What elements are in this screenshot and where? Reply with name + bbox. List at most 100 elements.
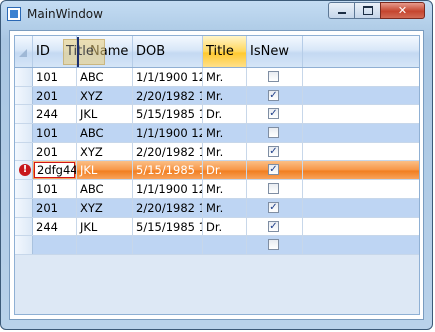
cell-isnew[interactable]: ✓ — [247, 142, 303, 161]
cell-title[interactable]: Mr. — [203, 124, 247, 142]
cell-name[interactable]: ABC — [77, 68, 133, 86]
cell-isnew[interactable]: ✓ — [247, 105, 303, 124]
cell-title[interactable]: Mr. — [203, 142, 247, 161]
cell-title[interactable]: Mr. — [203, 68, 247, 86]
cell-dob[interactable]: 1/1/1900 12 — [133, 68, 203, 86]
cell-id[interactable] — [33, 236, 77, 254]
cell-id[interactable]: 2dfg44 — [33, 161, 77, 180]
table-row[interactable]: 201 XYZ 2/20/1982 1 Mr. ✓ — [15, 86, 419, 106]
isnew-checkbox[interactable]: ✓ — [268, 108, 279, 120]
cell-isnew[interactable] — [247, 180, 303, 198]
cell-name[interactable]: JKL — [77, 161, 133, 180]
cell-id[interactable]: 101 — [33, 124, 77, 142]
cell-name[interactable]: XYZ — [77, 198, 133, 217]
row-header[interactable] — [15, 180, 33, 198]
cell-id[interactable]: 201 — [33, 198, 77, 217]
isnew-checkbox[interactable]: ✓ — [268, 201, 279, 213]
column-header-dob[interactable]: DOB — [133, 36, 203, 67]
cell-id[interactable]: 244 — [33, 217, 77, 236]
cell-dob[interactable]: 2/20/1982 1 — [133, 86, 203, 105]
table-row[interactable]: 244 JKL 5/15/1985 1 Dr. ✓ — [15, 217, 419, 237]
row-header[interactable] — [15, 198, 33, 217]
row-header[interactable] — [15, 124, 33, 142]
main-window: MainWindow ✕ ID Name DOB Title IsNew Tit… — [0, 0, 433, 330]
column-header-title[interactable]: Title — [203, 36, 247, 67]
maximize-icon — [362, 6, 373, 15]
table-row[interactable]: 201 XYZ 2/20/1982 1 Mr. ✓ — [15, 142, 419, 162]
row-header[interactable] — [15, 142, 33, 161]
table-row[interactable]: 244 JKL 5/15/1985 1 Dr. ✓ — [15, 105, 419, 125]
app-icon — [7, 7, 21, 21]
row-header[interactable] — [15, 68, 33, 86]
cell-dob[interactable]: 1/1/1900 12 — [133, 180, 203, 198]
cell-dob[interactable]: 5/15/1985 1 — [133, 105, 203, 124]
isnew-checkbox[interactable] — [268, 71, 279, 82]
cell-id[interactable]: 201 — [33, 86, 77, 105]
cell-name[interactable] — [77, 236, 133, 254]
cell-title[interactable]: Mr. — [203, 86, 247, 105]
cell-name[interactable]: XYZ — [77, 142, 133, 161]
cell-id[interactable]: 101 — [33, 68, 77, 86]
error-icon: ! — [19, 164, 31, 177]
row-header[interactable] — [15, 236, 33, 254]
column-header-isnew[interactable]: IsNew — [247, 36, 303, 67]
cell-name[interactable]: ABC — [77, 124, 133, 142]
row-header[interactable] — [15, 217, 33, 236]
title-bar[interactable]: MainWindow ✕ — [1, 1, 432, 27]
cell-dob[interactable]: 5/15/1985 1 — [133, 161, 203, 180]
table-row-selected-error[interactable]: ! 2dfg44 JKL 5/15/1985 1 Dr. ✓ — [15, 161, 419, 181]
select-all-corner[interactable] — [15, 36, 33, 67]
grid-header: ID Name DOB Title IsNew Title — [15, 36, 419, 68]
row-header[interactable] — [15, 105, 33, 124]
table-row[interactable]: 101 ABC 1/1/1900 12 Mr. — [15, 68, 419, 87]
cell-isnew[interactable] — [247, 236, 303, 254]
cell-isnew[interactable]: ✓ — [247, 161, 303, 180]
cell-dob[interactable]: 5/15/1985 1 — [133, 217, 203, 236]
minimize-button[interactable] — [328, 2, 355, 19]
close-button[interactable]: ✕ — [380, 2, 425, 19]
cell-name[interactable]: JKL — [77, 105, 133, 124]
isnew-checkbox[interactable]: ✓ — [268, 145, 279, 157]
cell-isnew[interactable]: ✓ — [247, 198, 303, 217]
data-grid[interactable]: ID Name DOB Title IsNew Title 101 ABC 1/… — [14, 35, 420, 315]
cell-dob[interactable]: 2/20/1982 1 — [133, 142, 203, 161]
window-title: MainWindow — [27, 7, 103, 21]
isnew-checkbox[interactable]: ✓ — [268, 89, 279, 101]
column-drop-indicator — [77, 37, 79, 67]
cell-name[interactable]: XYZ — [77, 86, 133, 105]
cell-dob[interactable]: 1/1/1900 12 — [133, 124, 203, 142]
new-item-row[interactable] — [15, 236, 419, 255]
cell-title[interactable]: Dr. — [203, 105, 247, 124]
table-row[interactable]: 201 XYZ 2/20/1982 1 Mr. ✓ — [15, 198, 419, 218]
cell-isnew[interactable] — [247, 68, 303, 86]
cell-isnew[interactable]: ✓ — [247, 86, 303, 105]
row-header[interactable] — [15, 86, 33, 105]
cell-title[interactable]: Mr. — [203, 180, 247, 198]
cell-id[interactable]: 201 — [33, 142, 77, 161]
cell-dob[interactable] — [133, 236, 203, 254]
row-header[interactable]: ! — [15, 161, 33, 180]
isnew-checkbox[interactable] — [268, 183, 279, 195]
table-row[interactable]: 101 ABC 1/1/1900 12 Mr. — [15, 180, 419, 199]
id-edit-field[interactable]: 2dfg44 — [34, 162, 76, 179]
cell-id[interactable]: 244 — [33, 105, 77, 124]
cell-title[interactable]: Dr. — [203, 161, 247, 180]
cell-id[interactable]: 101 — [33, 180, 77, 198]
cell-name[interactable]: JKL — [77, 217, 133, 236]
isnew-checkbox[interactable] — [268, 127, 279, 139]
cell-dob[interactable]: 2/20/1982 1 — [133, 198, 203, 217]
maximize-button[interactable] — [354, 2, 381, 19]
minimize-icon — [337, 12, 346, 14]
column-header-filler — [303, 36, 419, 67]
column-drag-ghost: Title — [63, 39, 105, 65]
cell-name[interactable]: ABC — [77, 180, 133, 198]
cell-title[interactable]: Dr. — [203, 217, 247, 236]
table-row[interactable]: 101 ABC 1/1/1900 12 Mr. — [15, 124, 419, 143]
isnew-checkbox[interactable]: ✓ — [268, 164, 279, 176]
cell-title[interactable]: Mr. — [203, 198, 247, 217]
isnew-checkbox[interactable]: ✓ — [268, 220, 279, 232]
isnew-checkbox[interactable] — [268, 239, 279, 251]
cell-isnew[interactable]: ✓ — [247, 217, 303, 236]
cell-title[interactable] — [203, 236, 247, 254]
cell-isnew[interactable] — [247, 124, 303, 142]
